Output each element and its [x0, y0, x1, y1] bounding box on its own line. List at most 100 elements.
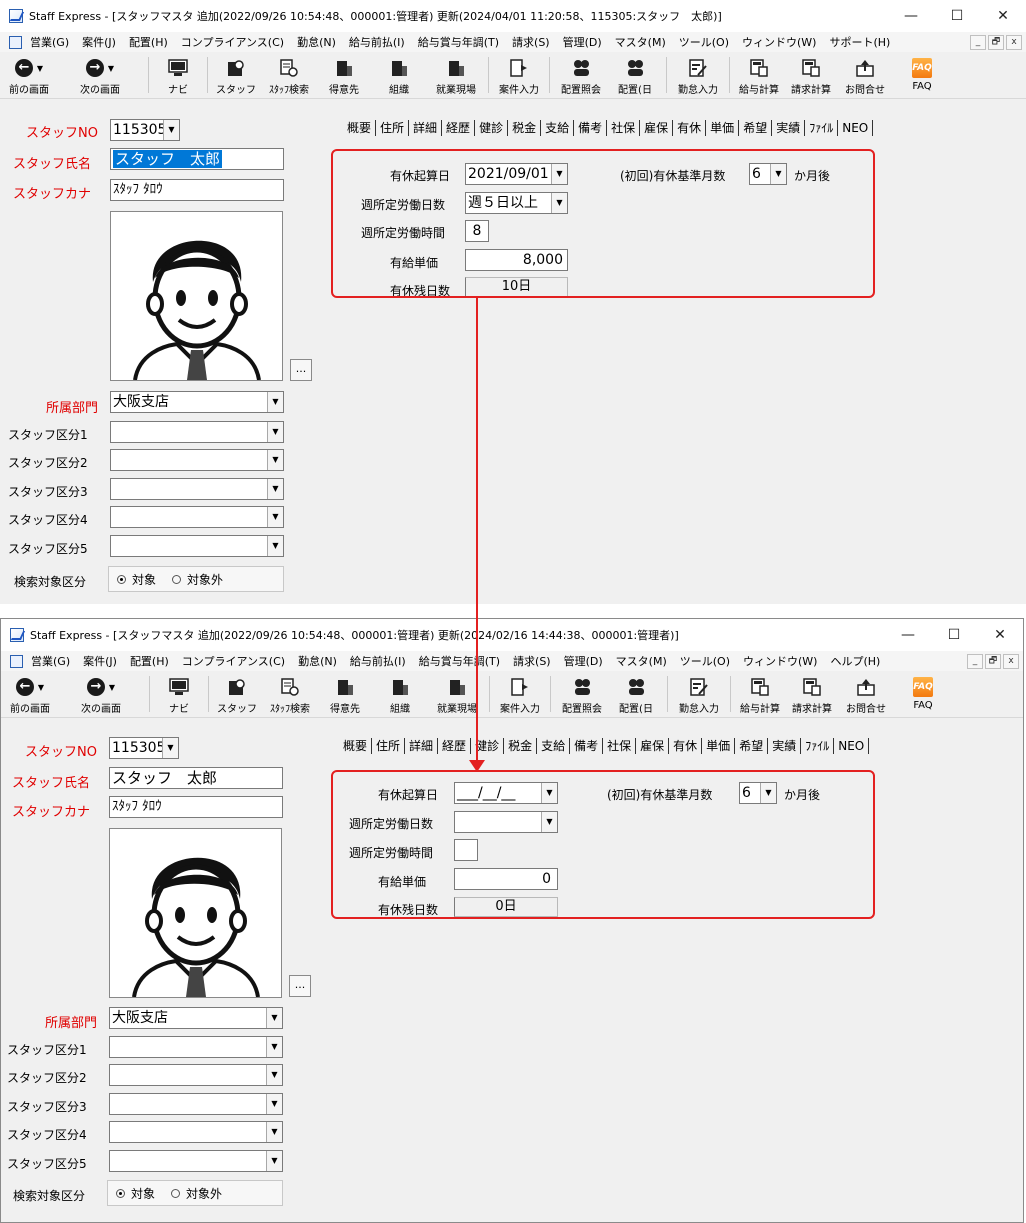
menu-sales[interactable]: 営業(G)	[31, 653, 70, 669]
staff-kana-field[interactable]: ｽﾀｯﾌ ﾀﾛｳ	[109, 796, 283, 818]
tab-details[interactable]: 詳細	[409, 120, 443, 136]
tab-overview[interactable]: 概要	[343, 120, 377, 136]
contact-button[interactable]: お問合せ	[839, 672, 893, 716]
placement-inquiry-button[interactable]: 配置照会	[555, 672, 609, 716]
tab-employment-insurance[interactable]: 雇保	[640, 120, 674, 136]
tab-neo[interactable]: NEO	[838, 120, 874, 136]
tab-paid-leave[interactable]: 有休	[673, 120, 707, 136]
dropdown-arrow-icon[interactable]: ▼	[162, 738, 178, 758]
staff-no-combo[interactable]: 115305 ▼	[109, 737, 179, 759]
faq-button[interactable]: FAQ FAQ	[892, 53, 952, 97]
billing-calc-button[interactable]: 請求計算	[784, 53, 838, 97]
back-button[interactable]: ← ▼ 前の画面	[2, 53, 56, 97]
menu-admin[interactable]: 管理(D)	[564, 653, 603, 669]
tab-details[interactable]: 詳細	[405, 738, 439, 754]
document-icon[interactable]	[9, 35, 22, 49]
dropdown-arrow-icon[interactable]: ▼	[266, 1122, 282, 1142]
menu-payroll[interactable]: 給与賞与年調(T)	[418, 34, 499, 50]
kubun2-combo[interactable]: ▼	[109, 1064, 283, 1086]
maximize-button[interactable]: ☐	[931, 619, 977, 651]
staff-search-button[interactable]: ｽﾀｯﾌ検索	[261, 672, 319, 716]
faq-button[interactable]: FAQ FAQ	[893, 672, 953, 716]
menu-placement[interactable]: 配置(H)	[130, 653, 169, 669]
dropdown-arrow-icon[interactable]: ▼	[108, 64, 114, 73]
forward-button[interactable]: → ▼ 次の画面	[57, 672, 145, 716]
menu-attendance[interactable]: 勤怠(N)	[298, 653, 337, 669]
tab-career[interactable]: 経歴	[438, 738, 472, 754]
tab-paid-leave[interactable]: 有休	[669, 738, 703, 754]
menu-billing[interactable]: 請求(S)	[513, 653, 551, 669]
staff-button[interactable]: スタッフ	[213, 672, 261, 716]
menu-advance-pay[interactable]: 給与前払(I)	[350, 653, 406, 669]
mdi-minimize-button[interactable]: _	[967, 654, 983, 669]
menu-billing[interactable]: 請求(S)	[512, 34, 550, 50]
dropdown-arrow-icon[interactable]: ▼	[266, 1008, 282, 1028]
tab-health-check[interactable]: 健診	[475, 120, 509, 136]
document-icon[interactable]	[10, 654, 23, 668]
dropdown-arrow-icon[interactable]: ▼	[163, 120, 179, 140]
staff-search-button[interactable]: ｽﾀｯﾌ検索	[260, 53, 318, 97]
close-button[interactable]: ✕	[977, 619, 1023, 651]
photo-browse-button[interactable]: ...	[290, 359, 312, 381]
dropdown-arrow-icon[interactable]: ▼	[267, 450, 283, 470]
mdi-restore-button[interactable]: 🗗	[985, 654, 1001, 669]
dropdown-arrow-icon[interactable]: ▼	[266, 1065, 282, 1085]
staff-name-field[interactable]: スタッフ 太郎	[109, 767, 283, 789]
dropdown-arrow-icon[interactable]: ▼	[267, 507, 283, 527]
menu-compliance[interactable]: コンプライアンス(C)	[182, 653, 285, 669]
kubun1-combo[interactable]: ▼	[109, 1036, 283, 1058]
dropdown-arrow-icon[interactable]: ▼	[109, 683, 115, 692]
kubun4-combo[interactable]: ▼	[110, 506, 284, 528]
menu-window[interactable]: ウィンドウ(W)	[742, 34, 816, 50]
kubun4-combo[interactable]: ▼	[109, 1121, 283, 1143]
tab-social-insurance[interactable]: 社保	[607, 120, 641, 136]
maximize-button[interactable]: ☐	[934, 0, 980, 32]
tab-career[interactable]: 経歴	[442, 120, 476, 136]
dept-combo[interactable]: 大阪支店 ▼	[109, 1007, 283, 1029]
case-entry-button[interactable]: 案件入力	[493, 53, 545, 97]
menu-placement[interactable]: 配置(H)	[129, 34, 168, 50]
staff-no-combo[interactable]: 115305 ▼	[110, 119, 180, 141]
navi-button[interactable]: ナビ	[153, 53, 203, 97]
tab-overview[interactable]: 概要	[339, 738, 373, 754]
tab-preferences[interactable]: 希望	[735, 738, 769, 754]
staff-button[interactable]: スタッフ	[212, 53, 260, 97]
tab-address[interactable]: 住所	[372, 738, 406, 754]
tab-notes[interactable]: 備考	[570, 738, 604, 754]
site-button[interactable]: 就業現場	[428, 53, 484, 97]
minimize-button[interactable]: —	[888, 0, 934, 32]
payroll-calc-button[interactable]: 給与計算	[734, 53, 784, 97]
menu-advance-pay[interactable]: 給与前払(I)	[349, 34, 405, 50]
menu-master[interactable]: マスタ(M)	[615, 34, 666, 50]
back-button[interactable]: ← ▼ 前の画面	[3, 672, 57, 716]
tab-address[interactable]: 住所	[376, 120, 410, 136]
dropdown-arrow-icon[interactable]: ▼	[267, 422, 283, 442]
placement-day-button[interactable]: 配置(日	[609, 672, 663, 716]
mdi-close-button[interactable]: x	[1003, 654, 1019, 669]
dropdown-arrow-icon[interactable]: ▼	[266, 1094, 282, 1114]
dept-combo[interactable]: 大阪支店 ▼	[110, 391, 284, 413]
tab-unit-price[interactable]: 単価	[706, 120, 740, 136]
placement-day-button[interactable]: 配置(日	[608, 53, 662, 97]
dropdown-arrow-icon[interactable]: ▼	[267, 536, 283, 556]
kubun5-combo[interactable]: ▼	[110, 535, 284, 557]
tab-unit-price[interactable]: 単価	[702, 738, 736, 754]
navi-button[interactable]: ナビ	[154, 672, 204, 716]
tab-files[interactable]: ﾌｧｲﾙ	[805, 120, 839, 136]
tab-allowance[interactable]: 支給	[537, 738, 571, 754]
org-button[interactable]: 組織	[371, 672, 429, 716]
client-button[interactable]: 得意先	[318, 53, 370, 97]
tab-results[interactable]: 実績	[772, 120, 806, 136]
attendance-entry-button[interactable]: 勤怠入力	[672, 672, 726, 716]
menu-window[interactable]: ウィンドウ(W)	[743, 653, 817, 669]
minimize-button[interactable]: —	[885, 619, 931, 651]
dropdown-arrow-icon[interactable]: ▼	[266, 1151, 282, 1171]
tab-files[interactable]: ﾌｧｲﾙ	[801, 738, 835, 754]
non-target-radio[interactable]	[172, 574, 182, 584]
menu-tools[interactable]: ツール(O)	[679, 34, 729, 50]
target-radio[interactable]	[117, 574, 126, 584]
dropdown-arrow-icon[interactable]: ▼	[38, 683, 44, 692]
kubun3-combo[interactable]: ▼	[110, 478, 284, 500]
menu-payroll[interactable]: 給与賞与年調(T)	[419, 653, 500, 669]
mdi-close-button[interactable]: x	[1006, 35, 1022, 50]
